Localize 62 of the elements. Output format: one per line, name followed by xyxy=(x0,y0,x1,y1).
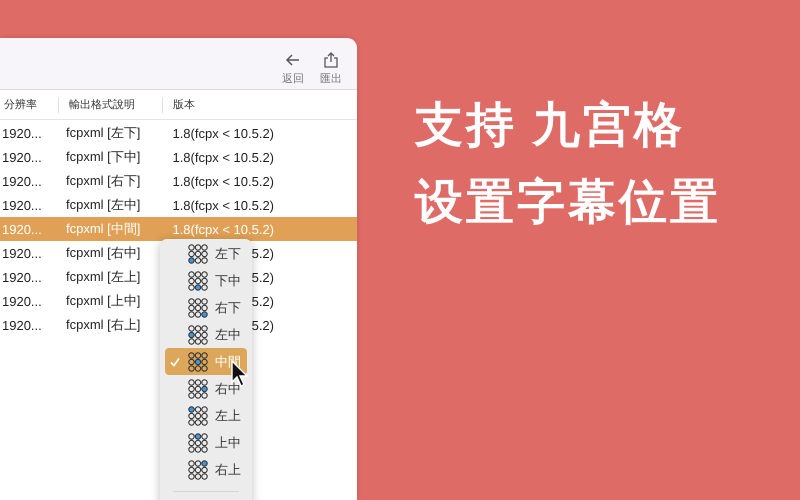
grid-icon xyxy=(188,270,208,290)
table-cell-text: 1920... xyxy=(1,246,43,260)
menu-item[interactable]: 右上 xyxy=(165,456,247,483)
table-cell-text: fcpxml [左中] xyxy=(66,196,142,214)
menu-item-label: 左上 xyxy=(215,406,241,424)
table-cell-text: fcpxml [下中] xyxy=(66,148,142,166)
menu-item-label: 上中 xyxy=(215,434,241,452)
menu-item[interactable]: 右中 xyxy=(165,375,247,402)
table-cell-text: 1920... xyxy=(1,174,43,188)
grid-icon xyxy=(188,244,208,264)
table-cell-text: 1920... xyxy=(1,270,43,284)
table-cell-text: fcpxml [右上] xyxy=(66,316,142,334)
menu-item-label: 左下 xyxy=(215,244,241,262)
back-button[interactable]: 返回 xyxy=(279,38,307,89)
checkmark-icon xyxy=(169,356,181,368)
export-button[interactable]: 匯出 xyxy=(317,38,345,89)
grid-icon xyxy=(188,352,208,372)
table-cell: 1.8(fcpx < 10.5.2) xyxy=(172,198,274,212)
menu-item[interactable]: 下中 xyxy=(165,267,247,294)
grid-icon xyxy=(188,406,208,426)
headline: 设置字幕位置 xyxy=(415,175,721,230)
menu-item-label: 下中 xyxy=(215,272,241,290)
table-cell: 1.8(fcpx < 10.5.2) xyxy=(172,174,274,188)
column-header[interactable]: 分辨率 xyxy=(0,96,58,112)
grid-icon xyxy=(188,378,208,398)
menu-item-label: 右中 xyxy=(215,380,241,398)
table-cell: 5.2) xyxy=(252,270,274,284)
table-cell-text: 1920... xyxy=(1,150,43,164)
headline: 支持 九宫格 xyxy=(415,98,686,154)
menu-item[interactable]: 右下 xyxy=(165,294,247,321)
table-cell-text: fcpxml [上中] xyxy=(66,292,142,310)
menu-item-label: 右上 xyxy=(215,460,241,478)
table-cell: 1.8(fcpx < 10.5.2) xyxy=(172,126,274,140)
table-cell-text: 1920... xyxy=(1,222,43,236)
share-icon xyxy=(323,52,339,68)
table-cell-text: fcpxml [右中] xyxy=(66,244,142,262)
grid-icon xyxy=(188,298,208,318)
back-arrow-icon xyxy=(285,52,301,68)
column-header[interactable]: 輸出格式說明 xyxy=(58,96,162,112)
menu-item[interactable]: 左中 xyxy=(165,321,247,348)
table-cell: 1.8(fcpx < 10.5.2) xyxy=(172,150,274,164)
menu-item-label: 右下 xyxy=(215,298,241,316)
table-cell-text: 1920... xyxy=(1,318,43,332)
table-cell-text: fcpxml [中間] xyxy=(66,220,142,238)
table-cell-text: fcpxml [左上] xyxy=(66,268,142,286)
grid-icon xyxy=(188,460,208,480)
table-cell: 5.2) xyxy=(252,318,274,332)
table-cell-text: 1920... xyxy=(1,294,43,308)
table-cell-text: 1920... xyxy=(1,198,43,212)
grid-icon xyxy=(188,324,208,344)
menu-item[interactable]: 左下 xyxy=(165,240,247,267)
table-cell-text: 1920... xyxy=(1,126,43,140)
grid-icon xyxy=(188,432,208,452)
menu-item[interactable]: 上中 xyxy=(165,429,247,456)
table-cell: 5.2) xyxy=(252,246,274,260)
menu-item[interactable]: 左上 xyxy=(165,402,247,429)
menu-item-label: 左中 xyxy=(215,326,241,344)
table-cell: 5.2) xyxy=(252,294,274,308)
table-cell: 1.8(fcpx < 10.5.2) xyxy=(172,222,274,236)
table-cell-text: fcpxml [左下] xyxy=(66,124,142,142)
column-header[interactable]: 版本 xyxy=(162,96,357,112)
table-cell-text: fcpxml [右下] xyxy=(66,172,142,190)
